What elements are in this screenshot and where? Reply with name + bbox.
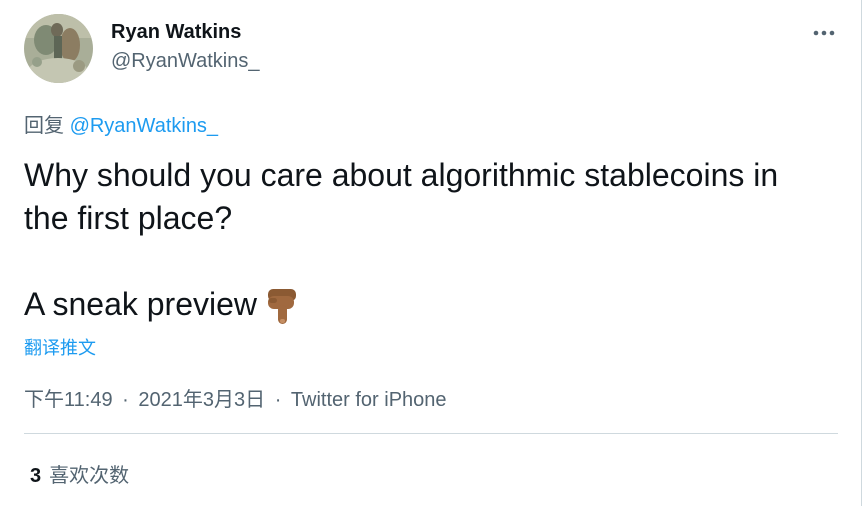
divider (24, 433, 838, 434)
more-dots-icon (813, 30, 835, 36)
tweet-line-3-wrap: A sneak preview (24, 283, 834, 336)
reply-prefix: 回复 (24, 115, 64, 137)
tweet-source[interactable]: Twitter for iPhone (291, 389, 447, 411)
pointing-down-hand-icon (265, 287, 299, 336)
tweet-text: Why should you care about algorithmic st… (24, 154, 834, 336)
tweet-card: Ryan Watkins @RyanWatkins_ 回复 @RyanWatki… (0, 0, 862, 506)
tweet-time[interactable]: 下午11:49 (24, 389, 113, 411)
reply-handle-link[interactable]: @RyanWatkins_ (70, 115, 219, 137)
meta-separator-2: · (274, 389, 282, 411)
author-name[interactable]: Ryan Watkins (111, 21, 241, 44)
tweet-line-2: the first place? (24, 200, 233, 236)
tweet-date[interactable]: 2021年3月3日 (138, 389, 265, 411)
likes-count: 3 (30, 465, 42, 487)
reply-context: 回复 @RyanWatkins_ (24, 109, 218, 138)
likes-label: 喜欢次数 (49, 465, 130, 487)
tweet-line-3: A sneak preview (24, 286, 258, 322)
more-options-button[interactable] (803, 18, 845, 48)
avatar[interactable] (24, 14, 93, 83)
translate-tweet-link[interactable]: 翻译推文 (24, 334, 96, 360)
author-handle[interactable]: @RyanWatkins_ (111, 50, 260, 73)
tweet-metadata: 下午11:49 · 2021年3月3日 · Twitter for iPhone (24, 383, 447, 412)
tweet-line-1: Why should you care about algorithmic st… (24, 157, 779, 193)
meta-separator: · (122, 389, 129, 411)
avatar-image (24, 14, 93, 83)
likes-stat[interactable]: 3 喜欢次数 (30, 459, 129, 488)
